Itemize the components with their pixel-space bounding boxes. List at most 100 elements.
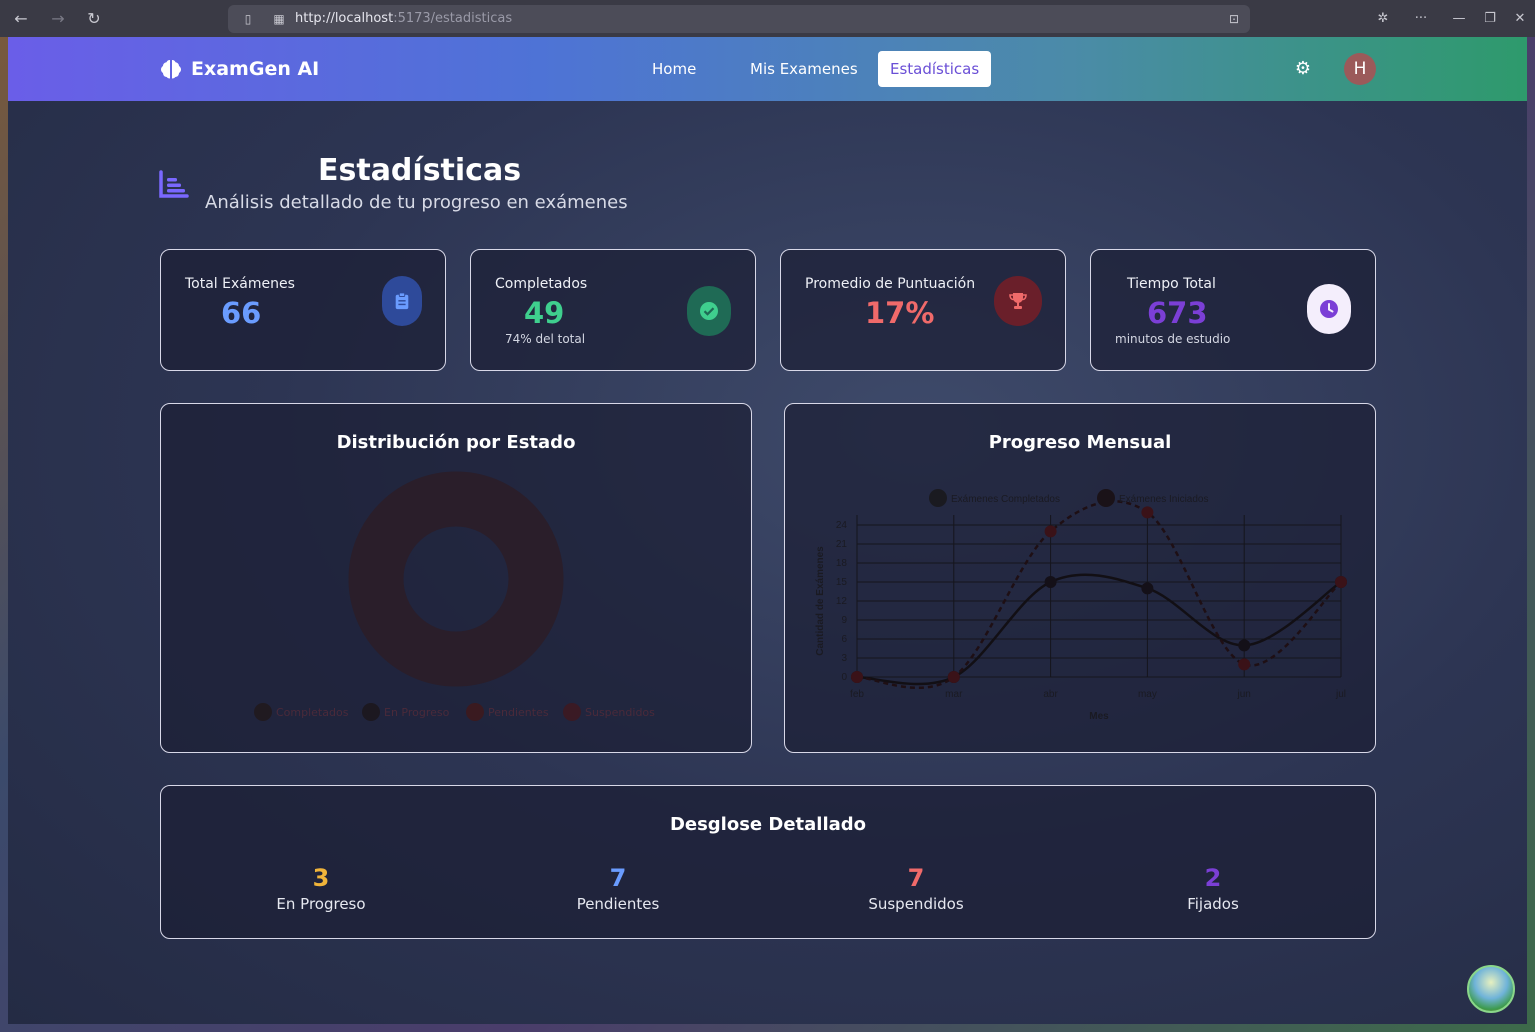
minimize-icon[interactable]: —: [1448, 8, 1470, 30]
nav-home[interactable]: Home: [640, 51, 708, 87]
data-point: [1335, 576, 1347, 588]
url-path: :5173/estadisticas: [393, 11, 513, 26]
y-axis-label: Cantidad de Exámenes: [815, 546, 826, 656]
y-tick-label: 24: [836, 520, 848, 531]
monthly-panel: Progreso Mensual 0 3 6 9 12 15 18 21 24 feb mar abr…: [784, 403, 1376, 753]
breakdown-label-en-progreso: En Progreso: [276, 895, 366, 913]
legend-pendientes[interactable]: Pendientes: [466, 703, 549, 721]
brain-icon: [161, 60, 181, 79]
y-tick-label: 3: [841, 653, 847, 664]
data-point: [1238, 658, 1251, 671]
y-tick-label: 0: [841, 672, 847, 683]
donut-chart[interactable]: [348, 471, 564, 687]
panel-title: Desglose Detallado: [669, 814, 867, 835]
nav-mis-examenes[interactable]: Mis Examenes: [738, 51, 870, 87]
trophy-icon: [994, 276, 1042, 326]
x-tick-label: may: [1138, 689, 1157, 700]
legend-label: Exámenes Completados: [951, 494, 1060, 505]
y-tick-label: 18: [836, 558, 848, 569]
legend-label: Pendientes: [488, 705, 549, 719]
site-info-icon[interactable]: ▦: [271, 11, 287, 27]
stat-card-completados: Completados 49 74% del total: [470, 249, 756, 371]
nav-estadisticas[interactable]: Estadísticas: [878, 51, 992, 87]
browser-toolbar: ← → ↻ ▯ ▦ http://localhost:5173/estadist…: [0, 0, 1535, 37]
more-icon[interactable]: ···: [1410, 8, 1432, 30]
legend-suspendidos[interactable]: Suspendidos: [563, 703, 655, 721]
close-icon[interactable]: ✕: [1509, 8, 1531, 30]
x-tick-label: jun: [1237, 689, 1251, 700]
extensions-icon[interactable]: ✲: [1372, 8, 1394, 30]
settings-icon[interactable]: ⚙: [1292, 58, 1314, 80]
data-point: [1044, 525, 1057, 538]
legend-marker: [929, 489, 947, 507]
y-tick-label: 12: [836, 596, 848, 607]
breakdown-value-suspendidos: 7: [907, 864, 925, 892]
series-line-0: [856, 573, 1342, 686]
breakdown-panel: Desglose Detallado 3 En Progreso 7 Pendi…: [160, 785, 1376, 939]
assistant-avatar-button[interactable]: [1467, 965, 1515, 1013]
reload-icon[interactable]: ↻: [83, 8, 105, 30]
x-tick-label: feb: [850, 689, 864, 700]
line-chart[interactable]: 0 3 6 9 12 15 18 21 24 feb mar abr may jun jul Mes Canti…: [785, 404, 1375, 752]
stat-card-tiempo: Tiempo Total 673 minutos de estudio: [1090, 249, 1376, 371]
breakdown-value-pendientes: 7: [609, 864, 627, 892]
stat-label: Tiempo Total: [1127, 276, 1216, 292]
data-point: [1044, 576, 1057, 588]
page-viewport: ExamGen AI Home Mis Examenes Estadística…: [8, 37, 1527, 1024]
stat-value: 49: [524, 296, 565, 330]
stat-label: Completados: [495, 276, 588, 292]
y-tick-label: 15: [836, 577, 848, 588]
y-tick-label: 9: [841, 615, 847, 626]
x-tick-label: abr: [1043, 689, 1058, 700]
clock-icon: [1307, 284, 1351, 334]
avatar[interactable]: H: [1344, 53, 1376, 85]
bookmark-icon[interactable]: ⊡: [1226, 11, 1242, 27]
address-bar[interactable]: ▯ ▦ http://localhost:5173/estadisticas ⊡: [228, 5, 1250, 33]
page-title: Estadísticas: [318, 153, 522, 188]
stat-note: minutos de estudio: [1115, 332, 1231, 346]
legend-label: En Progreso: [384, 705, 450, 719]
legend-label: Exámenes Iniciados: [1119, 494, 1209, 505]
donut-ring[interactable]: [348, 471, 564, 687]
back-icon[interactable]: ←: [10, 8, 32, 30]
brand-name: ExamGen AI: [191, 58, 320, 80]
brand[interactable]: ExamGen AI: [159, 57, 319, 81]
legend-marker: [1097, 489, 1115, 507]
stat-label: Promedio de Puntuación: [805, 276, 976, 292]
stat-label: Total Exámenes: [185, 276, 295, 292]
legend-label: Completados: [276, 705, 349, 719]
check-circle-icon: [687, 286, 731, 336]
stat-value: 66: [221, 296, 262, 330]
x-tick-label: jul: [1335, 689, 1346, 700]
page-subtitle: Análisis detallado de tu progreso en exá…: [205, 192, 628, 213]
x-axis-label: Mes: [1089, 711, 1109, 722]
page-icon: ▯: [244, 12, 252, 26]
breakdown-value-en-progreso: 3: [312, 864, 330, 892]
series-line-1: [856, 500, 1342, 689]
data-point: [851, 671, 863, 683]
stat-value: 17%: [865, 296, 935, 330]
legend-completados[interactable]: Completados: [254, 703, 348, 721]
clipboard-icon: [382, 276, 422, 326]
distribution-panel: Distribución por Estado Completados En P…: [160, 403, 752, 753]
y-tick-label: 6: [841, 634, 847, 645]
browser-window: ← → ↻ ▯ ▦ http://localhost:5173/estadist…: [0, 0, 1535, 1032]
x-tick-label: mar: [945, 689, 963, 700]
breakdown-label-suspendidos: Suspendidos: [868, 895, 964, 913]
url-host: http://localhost: [295, 11, 394, 26]
data-point: [1141, 506, 1154, 519]
data-point: [1141, 582, 1154, 595]
restore-icon[interactable]: ❐: [1479, 8, 1501, 30]
y-tick-label: 21: [836, 539, 848, 550]
data-point: [1238, 639, 1251, 652]
legend-en-progreso[interactable]: En Progreso: [362, 703, 449, 721]
breakdown-value-fijados: 2: [1204, 864, 1222, 892]
stat-card-total: Total Exámenes 66: [160, 249, 446, 371]
bar-chart-icon: [159, 170, 189, 198]
stat-note: 74% del total: [505, 332, 586, 346]
stat-card-promedio: Promedio de Puntuación 17%: [780, 249, 1066, 371]
legend-label: Suspendidos: [585, 705, 655, 719]
data-point: [947, 671, 960, 683]
forward-icon[interactable]: →: [47, 8, 69, 30]
navbar: ExamGen AI Home Mis Examenes Estadística…: [8, 37, 1527, 101]
